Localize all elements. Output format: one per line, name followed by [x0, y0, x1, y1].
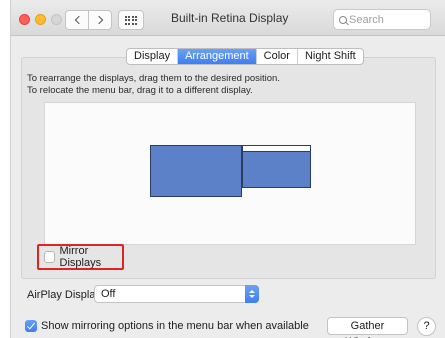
search-field[interactable] [333, 9, 431, 30]
tab-bar: Display Arrangement Color Night Shift [126, 48, 364, 65]
secondary-display-thumbnail[interactable] [242, 145, 311, 188]
display-arrangement-area [44, 102, 416, 245]
menu-bar-handle[interactable] [243, 146, 310, 152]
search-icon [339, 15, 347, 24]
back-button[interactable] [65, 10, 89, 30]
title-bar: Built-in Retina Display [11, 0, 445, 36]
arrangement-instructions: To rearrange the displays, drag them to … [27, 73, 280, 97]
minimize-window-button[interactable] [35, 14, 46, 25]
mirror-displays-highlight: Mirror Displays [37, 244, 124, 270]
show-all-button[interactable] [118, 10, 144, 30]
instruction-line-2: To relocate the menu bar, drag it to a d… [27, 85, 253, 96]
show-mirroring-label: Show mirroring options in the menu bar w… [41, 320, 309, 332]
mirror-displays-label: Mirror Displays [59, 245, 102, 269]
chevron-left-icon [74, 15, 83, 25]
gather-windows-button[interactable]: Gather Windows [327, 317, 408, 338]
show-mirroring-option[interactable]: Show mirroring options in the menu bar w… [25, 320, 309, 332]
airplay-display-label: AirPlay Display: [27, 289, 105, 301]
forward-button[interactable] [88, 10, 112, 30]
chevron-right-icon [94, 15, 103, 25]
select-stepper-icon [245, 285, 259, 303]
main-display-thumbnail[interactable] [150, 145, 242, 197]
tab-night-shift[interactable]: Night Shift [298, 49, 363, 64]
help-button[interactable]: ? [417, 317, 436, 336]
zoom-window-button[interactable] [51, 14, 62, 25]
airplay-display-select[interactable]: Off [94, 285, 259, 303]
airplay-display-value: Off [101, 288, 116, 300]
grid-icon [124, 15, 138, 25]
tab-color[interactable]: Color [257, 49, 298, 64]
show-mirroring-checkbox[interactable] [25, 320, 37, 332]
mirror-displays-checkbox[interactable] [44, 251, 55, 263]
preferences-window: Built-in Retina Display Display Arrangem… [10, 0, 445, 338]
close-window-button[interactable] [19, 14, 30, 25]
tab-display[interactable]: Display [127, 49, 179, 64]
tab-arrangement[interactable]: Arrangement [178, 49, 257, 64]
search-input[interactable] [349, 13, 419, 26]
instruction-line-1: To rearrange the displays, drag them to … [27, 73, 280, 84]
window-title: Built-in Retina Display [171, 11, 289, 25]
